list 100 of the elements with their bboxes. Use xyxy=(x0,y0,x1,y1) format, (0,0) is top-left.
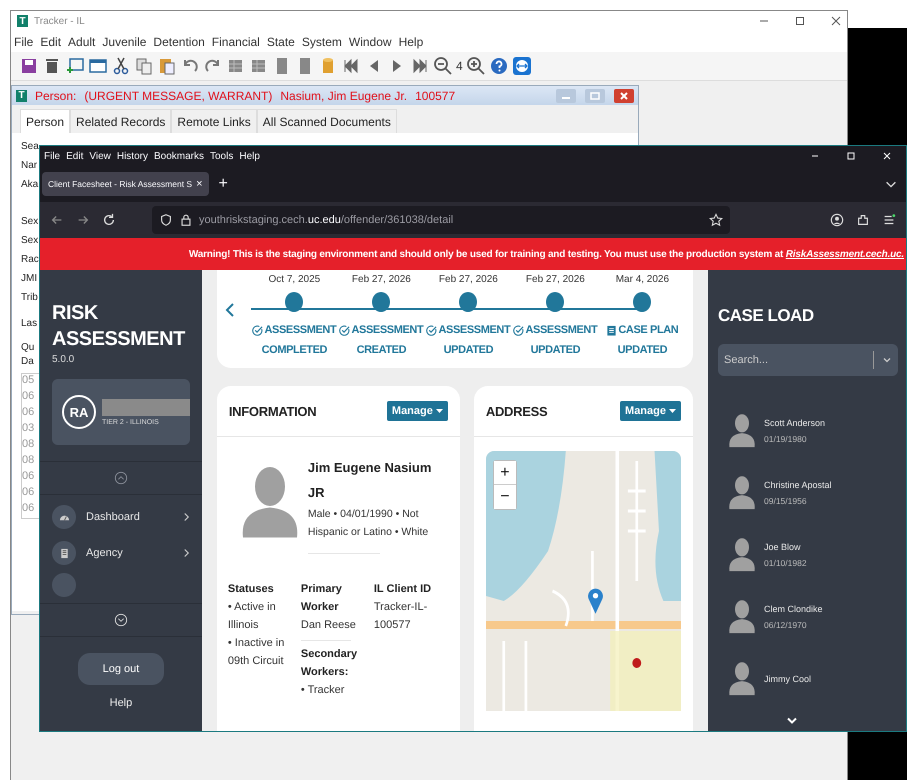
menu-item[interactable]: System xyxy=(302,35,342,49)
client-item[interactable]: Joe Blow 01/10/1982 xyxy=(718,536,898,574)
menu-item[interactable]: Detention xyxy=(153,35,205,49)
tab[interactable]: All Scanned Documents xyxy=(256,109,397,133)
panel-title: CASE LOAD xyxy=(718,306,815,326)
menu-item[interactable]: Help xyxy=(239,150,260,162)
field-label: Sex xyxy=(21,216,38,229)
nav-item[interactable]: Agency xyxy=(52,541,202,565)
event-date: Oct 7, 2025 xyxy=(268,274,320,285)
back-icon[interactable] xyxy=(50,213,64,227)
zoom-in-icon[interactable] xyxy=(466,56,486,76)
new-window-icon[interactable] xyxy=(65,56,85,76)
client-demographics: Male • 04/01/1990 • Not Hispanic or Latino • White xyxy=(308,507,430,540)
chevron-down-icon[interactable] xyxy=(114,613,128,627)
production-link[interactable]: RiskAssessment.cech.uc. xyxy=(786,248,904,260)
menu-item[interactable]: Window xyxy=(348,35,392,49)
url-text: youthriskstaging.cech.uc.edu/offender/361038/detail xyxy=(199,214,454,226)
account-icon[interactable] xyxy=(830,213,844,227)
check-circle-icon xyxy=(252,324,264,336)
remote-icon[interactable] xyxy=(512,56,532,76)
menu-item[interactable]: Financial xyxy=(212,35,260,49)
building-icon xyxy=(52,541,76,565)
menu-icon[interactable] xyxy=(882,213,896,227)
event-date: Feb 27, 2026 xyxy=(352,274,411,285)
address-bar[interactable]: youthriskstaging.cech.uc.edu/offender/361038/detail xyxy=(152,206,730,234)
manage-button[interactable]: Manage xyxy=(620,401,681,421)
person-id: 100577 xyxy=(415,88,456,102)
tab[interactable]: Related Records xyxy=(70,109,172,133)
paste-icon[interactable] xyxy=(157,56,177,76)
help-link[interactable]: Help xyxy=(40,697,202,709)
close-icon[interactable] xyxy=(831,16,841,26)
menu-item[interactable]: Help xyxy=(398,35,424,49)
field-label: Primary Worker xyxy=(300,582,343,615)
search-field[interactable]: Search... xyxy=(718,344,898,376)
zoom-out-icon[interactable] xyxy=(433,56,453,76)
check-circle-icon xyxy=(426,324,438,336)
caret-icon xyxy=(669,409,676,413)
gauge-icon xyxy=(52,505,76,529)
timeline-node[interactable] xyxy=(372,292,390,312)
chevron-right-icon xyxy=(182,548,190,558)
client-item[interactable]: Scott Anderson 01/19/1980 xyxy=(718,412,898,450)
tab[interactable]: Person xyxy=(20,109,70,133)
document-icon xyxy=(606,324,618,336)
menu-item[interactable]: Tools xyxy=(210,150,234,162)
client-item[interactable]: Christine Apostal 09/15/1956 xyxy=(718,474,898,512)
new-tab-button[interactable]: + xyxy=(218,175,228,193)
menu-item[interactable]: Adult xyxy=(68,35,96,49)
lock-icon xyxy=(179,213,193,227)
app-version: 5.0.0 xyxy=(51,353,76,365)
avatar-silhouette-icon xyxy=(728,598,756,636)
menu-item[interactable]: History xyxy=(116,150,148,162)
menu-item[interactable]: State xyxy=(266,35,295,49)
chevron-right-icon xyxy=(182,512,190,522)
tab-close-button[interactable]: × xyxy=(196,178,203,190)
timeline-node[interactable] xyxy=(546,292,564,312)
person-name: Nasium, Jim Eugene Jr. xyxy=(280,88,408,102)
browser-tab[interactable]: Client Facesheet - Risk Assessment S × xyxy=(42,172,209,196)
reload-icon[interactable] xyxy=(102,213,116,227)
menu-item[interactable]: Edit xyxy=(66,150,84,162)
save-icon[interactable] xyxy=(19,56,39,76)
status-item: • Active in Illinois xyxy=(228,600,277,633)
caret-icon xyxy=(436,409,443,413)
menu-item[interactable]: File xyxy=(44,150,60,162)
copy-icon[interactable] xyxy=(134,56,154,76)
menu-item[interactable]: View xyxy=(89,150,111,162)
field-label: Aka xyxy=(21,179,38,192)
event-title: ASSESSMENT xyxy=(525,324,598,336)
menu-item[interactable]: Juvenile xyxy=(102,35,146,49)
menu-item[interactable]: File xyxy=(14,35,34,49)
tab[interactable]: Remote Links xyxy=(171,109,257,133)
menu-item[interactable]: Edit xyxy=(40,35,62,49)
timeline-node[interactable] xyxy=(459,292,478,312)
field-label: Secondary Workers: xyxy=(300,647,358,680)
star-icon[interactable] xyxy=(709,213,723,227)
field-value: Dan Reese xyxy=(300,618,357,633)
manage-button[interactable]: Manage xyxy=(386,401,448,421)
client-item[interactable]: Jimmy Cool xyxy=(718,660,898,698)
timeline-node[interactable] xyxy=(285,292,304,312)
chevron-left-icon[interactable] xyxy=(224,302,235,318)
timeline-node[interactable] xyxy=(633,292,652,312)
scissors-icon[interactable] xyxy=(111,56,131,76)
chevron-up-icon[interactable] xyxy=(114,471,128,485)
maximize-icon[interactable] xyxy=(795,16,805,26)
event-date: Mar 4, 2026 xyxy=(616,274,670,285)
menu-item[interactable]: Bookmarks xyxy=(154,150,204,162)
warning-text: Warning! This is the staging environment and should only be used for training and testing. You must use the production system at RiskAssessment.cech.uc. xyxy=(188,248,904,260)
forward-icon[interactable] xyxy=(76,213,90,227)
avatar-silhouette-icon xyxy=(728,660,756,698)
help-icon[interactable] xyxy=(488,56,509,76)
event-date: Feb 27, 2026 xyxy=(526,274,585,285)
nav-item[interactable]: Dashboard xyxy=(52,505,202,529)
logout-button[interactable]: Log out xyxy=(78,653,164,685)
check-circle-icon xyxy=(339,324,350,336)
field-label: Rac xyxy=(21,254,39,267)
alert-flags: (URGENT MESSAGE, WARRANT) xyxy=(84,88,272,102)
extensions-icon[interactable] xyxy=(856,213,870,227)
client-item[interactable]: Clem Clondike 06/12/1970 xyxy=(718,598,898,636)
zoom-in-button[interactable]: + xyxy=(494,461,516,485)
field-label: Statuses xyxy=(228,582,275,597)
field-label: Nar xyxy=(21,160,38,173)
